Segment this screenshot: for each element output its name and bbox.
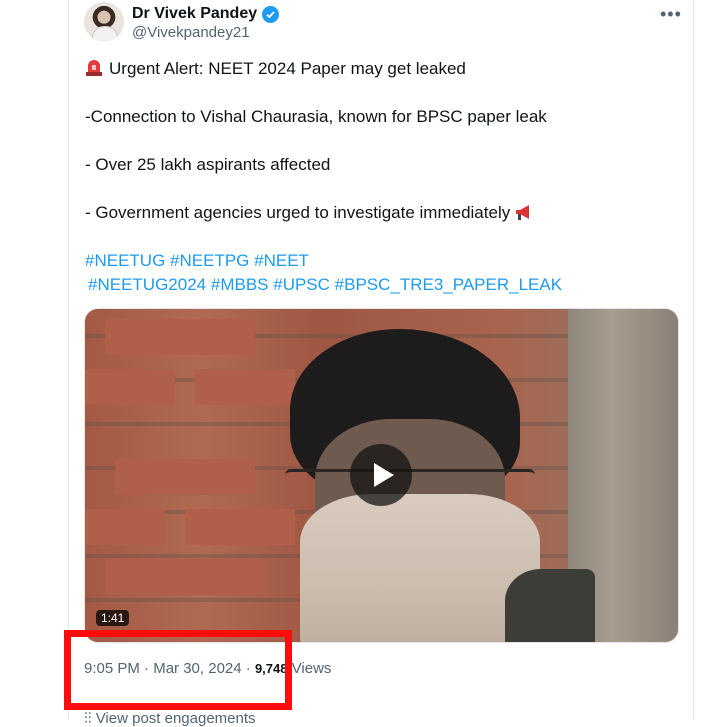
megaphone-icon — [516, 205, 530, 220]
hashtags-row-1: #NEETUG #NEETPG #NEET — [85, 251, 309, 271]
hashtag-neetpg[interactable]: #NEETPG — [170, 251, 249, 270]
video-duration: 1:41 — [96, 610, 130, 626]
meta-separator: · — [245, 660, 251, 677]
hashtag-neet[interactable]: #NEET — [254, 251, 309, 270]
verified-badge-icon — [262, 5, 280, 23]
meta-separator: · — [144, 660, 150, 677]
tweet-line-1: Urgent Alert: NEET 2024 Paper may get le… — [85, 59, 466, 79]
tweet-time[interactable]: 9:05 PM — [84, 660, 140, 677]
engagements-icon: ⫶⫶ — [84, 710, 92, 727]
hashtags-row-2: #NEETUG2024 #MBBS #UPSC #BPSC_TRE3_PAPER… — [88, 275, 562, 295]
more-options-icon[interactable]: ••• — [660, 4, 682, 25]
tweet-line-2: -Connection to Vishal Chaurasia, known f… — [85, 107, 547, 126]
author-name[interactable]: Dr Vivek Pandey — [132, 5, 257, 23]
view-engagements-link[interactable]: ⫶⫶ View post engagements — [84, 710, 256, 727]
tweet-line-3: - Over 25 lakh aspirants affected — [85, 155, 331, 174]
tweet-meta: 9:05 PM · Mar 30, 2024 · 9,748 Views — [84, 660, 331, 677]
tweet-date[interactable]: Mar 30, 2024 — [153, 660, 241, 677]
tweet-text-alert: Urgent Alert: NEET 2024 Paper may get le… — [109, 59, 466, 78]
hashtag-upsc[interactable]: #UPSC — [273, 275, 330, 294]
hashtag-mbbs[interactable]: #MBBS — [211, 275, 269, 294]
views-label: Views — [291, 660, 332, 677]
author-row: Dr Vivek Pandey — [132, 5, 280, 23]
tweet-line-4: - Government agencies urged to investiga… — [85, 203, 534, 223]
hashtag-neetug2024[interactable]: #NEETUG2024 — [88, 275, 206, 294]
views-count: 9,748 — [254, 661, 288, 676]
hashtag-bpsc-tre3-paper-leak[interactable]: #BPSC_TRE3_PAPER_LEAK — [335, 275, 562, 294]
author-handle[interactable]: @Vivekpandey21 — [132, 24, 250, 41]
hashtag-neetug[interactable]: #NEETUG — [85, 251, 165, 270]
avatar[interactable] — [84, 2, 124, 42]
tweet-text-agencies: - Government agencies urged to investiga… — [85, 203, 511, 222]
play-icon[interactable] — [350, 444, 412, 506]
engagements-label: View post engagements — [95, 710, 256, 727]
siren-icon — [86, 60, 102, 76]
